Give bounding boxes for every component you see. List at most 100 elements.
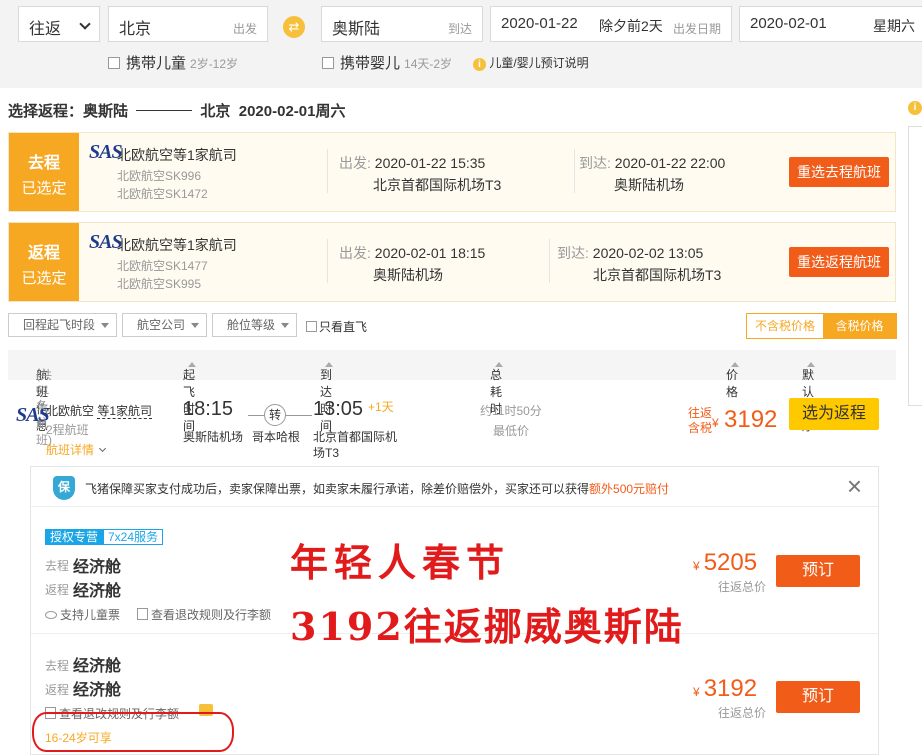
- leg-tag-status: 已选定: [21, 270, 67, 287]
- from-city-value: 北京: [119, 21, 152, 38]
- arrive-label: 到达:: [579, 155, 611, 171]
- arrive-airport: 奥斯陆机场: [614, 177, 684, 193]
- fare-price: 3192: [703, 675, 758, 702]
- trip-type-select[interactable]: 往返: [18, 6, 100, 42]
- return-date-input[interactable]: 2020-02-01 星期六: [739, 6, 922, 42]
- from-label: 出发: [232, 22, 257, 36]
- chevron-down-icon: [99, 444, 107, 453]
- fare-price: 5205: [703, 549, 758, 576]
- flight-number: 北欧航空SK1477: [117, 259, 208, 273]
- child-ticket-label: 支持儿童票: [60, 608, 121, 622]
- selected-leg-outbound: 去程 已选定 SAS 北欧航空等1家航司 北欧航空SK996 北欧航空SK147…: [8, 132, 896, 212]
- sort-default[interactable]: 默认排序: [802, 358, 815, 433]
- outbound-label: 去程: [45, 559, 70, 573]
- book-button[interactable]: 预订: [776, 555, 860, 587]
- depart-time: 2020-01-22 15:35: [374, 155, 486, 171]
- depart-airport: 奥斯陆机场: [373, 267, 443, 283]
- swap-cities-icon[interactable]: ⇄: [283, 16, 305, 38]
- trip-type-value: 往返: [29, 21, 62, 38]
- filter-airline[interactable]: 航空公司: [122, 313, 207, 337]
- child-checkbox[interactable]: 携带儿童 2岁-12岁: [108, 52, 238, 73]
- flight-details-label: 航班详情: [46, 443, 95, 457]
- chevron-down-icon: [79, 18, 91, 30]
- promo-subline: 3192往返挪威奥斯陆: [290, 604, 684, 649]
- divider: [327, 149, 328, 193]
- close-icon[interactable]: ×: [847, 473, 862, 499]
- depart-time: 2020-02-01 18:15: [374, 245, 486, 261]
- sort-price[interactable]: 价格: [726, 358, 739, 399]
- guarantee-banner: 保 飞猪保障买家支付成功后，卖家保障出票，如卖家未履行承诺，除差价赔偿外，买家还…: [31, 467, 878, 507]
- booking-info-link[interactable]: i 儿童/婴儿预订说明: [473, 54, 589, 71]
- reselect-outbound-button[interactable]: 重选去程航班: [789, 157, 889, 187]
- flight-row: SAS 北欧航空 等1家航司 2程航班 航班详情 18:15 奥斯陆机场 转 哥…: [8, 386, 896, 460]
- currency-symbol: ¥: [693, 559, 700, 573]
- sort-arrive-time[interactable]: 到达时间: [320, 358, 333, 433]
- return-label: 返程: [45, 683, 70, 697]
- arrive-airport: 北京首都国际机场T3: [593, 267, 722, 283]
- route-prefix: 选择返程：: [8, 103, 84, 120]
- return-label: 返程: [45, 583, 70, 597]
- checkbox-icon: [108, 57, 120, 69]
- depart-date-value: 2020-01-22: [501, 15, 578, 32]
- outbound-cabin: 经济舱: [73, 559, 122, 576]
- document-icon: [137, 608, 148, 620]
- return-date-note: 星期六: [873, 18, 915, 34]
- flight-number: 北欧航空SK1472: [117, 187, 208, 201]
- tax-excluded-option[interactable]: 不含税价格: [747, 314, 823, 338]
- sort-duration[interactable]: 总耗时: [490, 358, 503, 416]
- flight-number: 北欧航空SK995: [117, 277, 202, 291]
- divider: [327, 239, 328, 283]
- rules-link[interactable]: 查看退改规则及行李额: [137, 606, 271, 623]
- reselect-return-button[interactable]: 重选返程航班: [789, 247, 889, 277]
- airline-name: 北欧航空: [46, 404, 95, 418]
- caret-down-icon: [191, 323, 199, 328]
- guarantee-body: 飞猪保障买家支付成功后，卖家保障出票，如卖家未履行承诺，除差价赔偿外，买家还可以…: [85, 482, 590, 496]
- day-offset: +1天: [368, 400, 394, 414]
- filter-label: 回程起飞时段: [23, 318, 96, 332]
- eye-icon: [45, 611, 57, 619]
- from-city-input[interactable]: 北京 出发: [108, 6, 268, 42]
- guarantee-text: 飞猪保障买家支付成功后，卖家保障出票，如卖家未履行承诺，除差价赔偿外，买家还可以…: [85, 480, 669, 497]
- arrive-airport: 场T3: [313, 446, 340, 460]
- price-note: 往返总价: [718, 580, 767, 594]
- book-button[interactable]: 预订: [776, 681, 860, 713]
- direct-only-label: 只看直飞: [319, 320, 368, 334]
- highlight-circle: [32, 712, 234, 752]
- depart-airport: 奥斯陆机场: [183, 430, 244, 444]
- sort-depart-time[interactable]: 起飞时间: [183, 358, 196, 433]
- route-from: 奥斯陆: [83, 103, 129, 120]
- authorized-badge: 授权专营: [45, 529, 104, 545]
- airline-logo: SAS: [16, 404, 50, 426]
- flight-table-header: 航班信息(共61条航班) 起飞时间 到达时间 总耗时 价格 默认排序: [8, 350, 896, 447]
- select-return-button[interactable]: 选为返程: [789, 398, 879, 430]
- airline-more-link[interactable]: 等1家航司: [97, 404, 153, 419]
- direct-only-checkbox[interactable]: 只看直飞: [306, 318, 367, 335]
- divider: [574, 149, 575, 193]
- arrive-airport: 北京首都国际机: [313, 430, 398, 444]
- guarantee-highlight: 额外500元赔付: [589, 482, 670, 496]
- return-date-value: 2020-02-01: [750, 15, 827, 32]
- filter-return-time[interactable]: 回程起飞时段: [8, 313, 117, 337]
- airline-name: 北欧航空等1家航司: [117, 237, 237, 253]
- to-city-input[interactable]: 奥斯陆 到达: [321, 6, 483, 42]
- flight-details-link[interactable]: 航班详情: [46, 441, 107, 458]
- infant-checkbox[interactable]: 携带婴儿 14天-2岁: [322, 52, 452, 73]
- tax-included-option[interactable]: 含税价格: [823, 314, 896, 338]
- to-city-value: 奥斯陆: [332, 21, 381, 38]
- flight-number: 北欧航空SK996: [117, 169, 202, 183]
- depart-airport: 北京首都国际机场T3: [373, 177, 502, 193]
- filter-cabin-class[interactable]: 舱位等级: [212, 313, 297, 337]
- return-cabin: 经济舱: [73, 682, 122, 699]
- rules-label: 查看退改规则及行李额: [151, 608, 272, 622]
- divider: [549, 239, 550, 283]
- info-icon[interactable]: i: [908, 101, 922, 115]
- duration-note: 最低价: [493, 424, 530, 438]
- depart-date-input[interactable]: 2020-01-22 除夕前2天 出发日期: [490, 6, 732, 42]
- service-badge: 7x24服务: [103, 529, 164, 545]
- transfer-city: 哥本哈根: [252, 430, 301, 444]
- depart-label: 出发:: [339, 245, 371, 261]
- depart-time: 18:15: [183, 398, 234, 420]
- outbound-label: 去程: [45, 659, 70, 673]
- airline-name: 北欧航空等1家航司: [117, 147, 237, 163]
- leg-tag: 返程 已选定: [9, 223, 79, 301]
